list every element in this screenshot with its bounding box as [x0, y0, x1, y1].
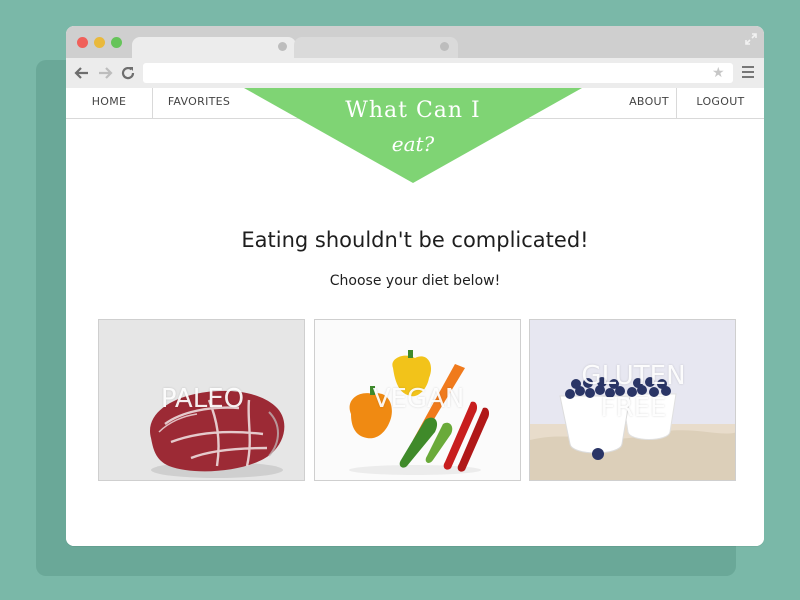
- diet-label-vegan: VEGAN: [372, 384, 465, 414]
- diet-label-gluten: GLUTEN FREE: [530, 360, 735, 424]
- address-bar-input[interactable]: [143, 63, 733, 83]
- star-icon[interactable]: ★: [712, 62, 725, 82]
- close-window-button[interactable]: [77, 37, 88, 48]
- expand-icon[interactable]: [744, 32, 758, 46]
- minimize-window-button[interactable]: [94, 37, 105, 48]
- title-bar: [66, 26, 764, 58]
- diet-card-vegan[interactable]: VEGAN: [314, 319, 521, 481]
- page-subheadline: Choose your diet below!: [329, 273, 501, 289]
- logo-title: What Can I: [345, 98, 481, 123]
- logo-subtitle: eat?: [391, 132, 435, 156]
- diet-card-paleo[interactable]: PALEO: [98, 319, 305, 481]
- nav-favorites-link[interactable]: FAVORITES: [153, 88, 245, 118]
- diet-label-gluten-line1: GLUTEN: [581, 361, 686, 391]
- diet-card-gluten-free[interactable]: GLUTEN FREE: [529, 319, 736, 481]
- nav-home-link[interactable]: HOME: [66, 88, 153, 118]
- forward-icon[interactable]: [96, 64, 114, 82]
- browser-tab-active[interactable]: [132, 37, 296, 58]
- maximize-window-button[interactable]: [111, 37, 122, 48]
- tab-close-icon[interactable]: [278, 42, 287, 51]
- tab-close-icon[interactable]: [440, 42, 449, 51]
- web-page: HOME FAVORITES ABOUT LOGOUT What Can I e…: [66, 88, 764, 546]
- browser-window: ★ HOME FAVORITES ABOUT LOGOUT What Can I…: [66, 26, 764, 546]
- browser-tab-inactive[interactable]: [294, 37, 458, 58]
- diet-label-paleo: PALEO: [160, 384, 245, 414]
- nav-logout-link[interactable]: LOGOUT: [677, 88, 764, 118]
- browser-toolbar: ★: [66, 58, 764, 88]
- back-icon[interactable]: [73, 64, 91, 82]
- reload-icon[interactable]: [119, 64, 137, 82]
- menu-icon[interactable]: [742, 66, 754, 78]
- diet-label-gluten-line2: FREE: [600, 393, 667, 423]
- nav-about-link[interactable]: ABOUT: [622, 88, 677, 118]
- page-headline: Eating shouldn't be complicated!: [241, 228, 589, 252]
